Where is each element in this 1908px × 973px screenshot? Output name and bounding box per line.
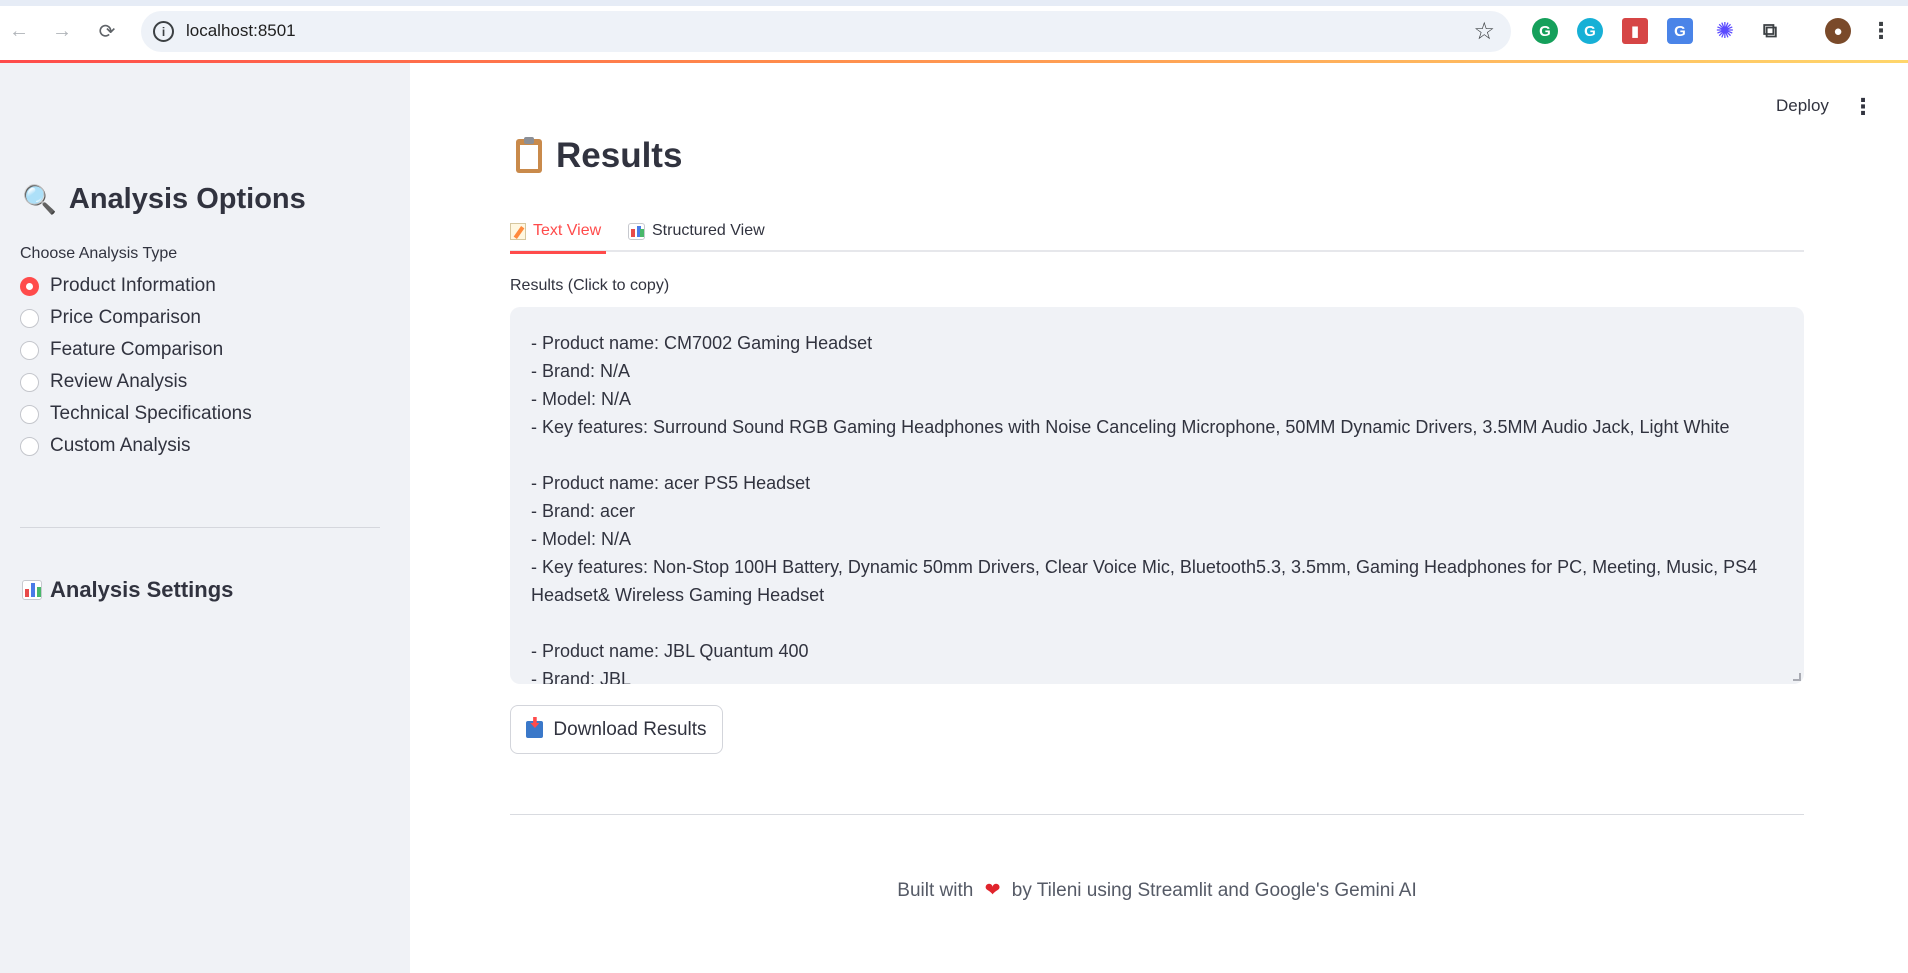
radio-button[interactable]: [20, 308, 39, 328]
results-line: - Key features: Non-Stop 100H Battery, D…: [531, 557, 1758, 605]
reload-icon[interactable]: ⟳: [92, 16, 122, 46]
analysis-type-label: Choose Analysis Type: [20, 245, 178, 262]
extensions-puzzle-icon[interactable]: ⧉: [1757, 18, 1783, 44]
profile-avatar[interactable]: ●: [1825, 18, 1851, 44]
memo-icon: [510, 222, 526, 240]
radio-button[interactable]: [20, 404, 39, 424]
download-inbox-icon: [526, 721, 544, 738]
radio-button[interactable]: [20, 372, 39, 392]
bookmark-star-icon[interactable]: ☆: [1473, 17, 1495, 46]
results-line: - Key features: Surround Sound RGB Gamin…: [531, 417, 1730, 437]
sidebar-divider: [20, 527, 380, 528]
sidebar: 🔍 Analysis Options Choose Analysis Type …: [0, 63, 410, 973]
radio-option-custom-analysis[interactable]: Custom Analysis: [20, 430, 252, 462]
bar-chart-icon: [22, 580, 42, 600]
results-line: - Model: N/A: [531, 389, 632, 409]
tab-strip: [0, 0, 1908, 6]
radio-option-technical-specifications[interactable]: Technical Specifications: [20, 398, 252, 430]
deploy-button[interactable]: Deploy: [1776, 96, 1829, 116]
results-line: - Model: N/A: [531, 529, 632, 549]
tab-label: Text View: [533, 222, 602, 239]
results-textarea[interactable]: - Product name: CM7002 Gaming Headset - B…: [510, 307, 1804, 684]
analysis-type-radio-group: Product Information Price Comparison Fea…: [20, 270, 252, 462]
radio-option-feature-comparison[interactable]: Feature Comparison: [20, 334, 252, 366]
analysis-settings-text: Analysis Settings: [50, 577, 234, 602]
grammar-extension-icon[interactable]: G: [1577, 18, 1603, 44]
download-button-label: Download Results: [553, 718, 707, 740]
magnifier-icon: 🔍: [22, 184, 57, 215]
resize-handle[interactable]: [1793, 673, 1801, 681]
tab-text-view[interactable]: Text View: [510, 210, 606, 254]
view-tabs: Text View Structured View: [510, 210, 1804, 254]
radio-option-product-information[interactable]: Product Information: [20, 270, 252, 302]
radio-option-label: Product Information: [50, 275, 216, 296]
page-title: Results: [516, 136, 682, 176]
footer-text-before: Built with: [897, 880, 974, 901]
results-line: - Brand: JBL: [531, 669, 632, 684]
tab-structured-view[interactable]: Structured View: [628, 210, 765, 252]
page-title-text: Results: [556, 136, 683, 175]
radio-button[interactable]: [20, 340, 39, 360]
site-info-icon[interactable]: i: [153, 21, 174, 42]
footer-divider: [510, 814, 1804, 815]
main-menu-icon[interactable]: ⋮: [1852, 94, 1874, 120]
address-bar[interactable]: i localhost:8501 ☆: [141, 11, 1511, 52]
results-line: [531, 441, 1783, 469]
translate-extension-icon[interactable]: G: [1667, 18, 1693, 44]
heart-icon: ❤: [984, 880, 1001, 901]
footer-text-after: by Tileni using Streamlit and Google's G…: [1011, 880, 1417, 901]
radio-option-label: Feature Comparison: [50, 339, 224, 360]
radio-option-label: Custom Analysis: [50, 435, 191, 456]
radio-option-review-analysis[interactable]: Review Analysis: [20, 366, 252, 398]
analysis-settings-heading: Analysis Settings: [22, 577, 233, 603]
results-label: Results (Click to copy): [510, 277, 670, 294]
book-extension-icon[interactable]: ▮: [1622, 18, 1648, 44]
footer-credit: Built with ❤ by Tileni using Streamlit a…: [510, 879, 1804, 902]
radio-button-selected[interactable]: [20, 276, 39, 296]
results-line: - Brand: acer: [531, 501, 636, 521]
radio-option-label: Review Analysis: [50, 371, 188, 392]
radio-option-price-comparison[interactable]: Price Comparison: [20, 302, 252, 334]
results-line: - Product name: acer PS5 Headset: [531, 473, 811, 493]
radio-button[interactable]: [20, 436, 39, 456]
clipboard-icon: [516, 137, 542, 173]
bar-chart-icon: [628, 222, 645, 240]
results-line: - Product name: CM7002 Gaming Headset: [531, 333, 873, 353]
results-text: - Product name: CM7002 Gaming Headset - B…: [531, 329, 1783, 684]
download-results-button[interactable]: Download Results: [510, 705, 723, 754]
radio-option-label: Technical Specifications: [50, 403, 252, 424]
forward-icon[interactable]: →: [47, 16, 77, 46]
sidebar-title-text: Analysis Options: [68, 183, 306, 215]
browser-toolbar: ← → ⟳ i localhost:8501 ☆ G G ▮ G ✺ ⧉ ● ⋮: [0, 0, 1908, 63]
results-line: - Brand: N/A: [531, 361, 631, 381]
results-line: [531, 609, 1783, 637]
browser-menu-icon[interactable]: ⋮: [1868, 18, 1894, 44]
results-line: - Product name: JBL Quantum 400: [531, 641, 809, 661]
grammarly-extension-icon[interactable]: G: [1532, 18, 1558, 44]
url-text[interactable]: localhost:8501: [186, 21, 296, 41]
back-icon[interactable]: ←: [4, 16, 34, 46]
radio-option-label: Price Comparison: [50, 307, 201, 328]
tab-label: Structured View: [652, 222, 765, 239]
sidebar-title: 🔍 Analysis Options: [22, 183, 306, 216]
sparkle-extension-icon[interactable]: ✺: [1712, 18, 1738, 44]
